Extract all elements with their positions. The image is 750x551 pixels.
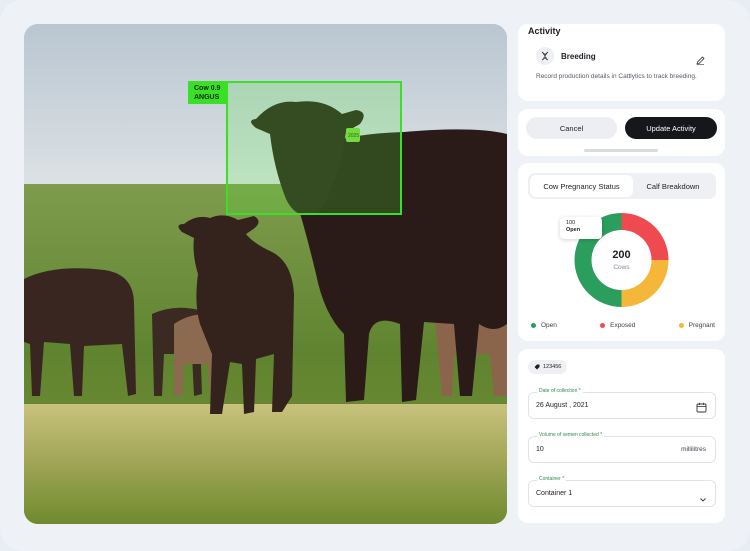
dna-icon <box>536 47 554 65</box>
chart-legend: Open Exposed Pregnant <box>531 322 715 329</box>
animal-tag-chip[interactable]: 123456 <box>528 360 568 374</box>
semen-volume-value: 10 <box>536 446 544 453</box>
legend-dot-pregnant <box>678 323 684 328</box>
detection-confidence: Cow 0.9 <box>194 85 221 92</box>
activity-item-label: Breeding <box>561 51 596 61</box>
semen-volume-field[interactable]: Volume of semen collected * 10 millilitr… <box>528 432 716 463</box>
activity-description: Record production details in Cattlytics … <box>536 73 697 80</box>
cattle-photo: 2025 Cow 0.9 ANGUS <box>24 24 507 524</box>
legend-dot-exposed <box>600 323 606 328</box>
container-select[interactable]: Container * Container 1 <box>528 476 716 508</box>
semen-volume-label: Volume of semen collected * <box>537 432 605 438</box>
legend-item-pregnant: Pregnant <box>678 322 715 329</box>
app-frame: 2025 Cow 0.9 ANGUS Activity Breeding Rec… <box>0 0 750 551</box>
legend-label-exposed: Exposed <box>610 322 636 329</box>
collection-form-card: 123456 Date of collection * 26 August , … <box>518 349 725 523</box>
date-of-collection-label: Date of collection * <box>537 388 583 394</box>
update-activity-button[interactable]: Update Activity <box>625 117 717 139</box>
action-bar: Cancel Update Activity <box>518 109 725 156</box>
status-tabs: Cow Pregnancy Status Calf Breakdown <box>528 173 716 199</box>
pregnancy-donut-chart: 100 Open 200 Cows <box>518 203 725 313</box>
activity-card: Activity Breeding Record production deta… <box>518 24 725 101</box>
pregnancy-status-card: Cow Pregnancy Status Calf Breakdown 100 … <box>518 163 725 341</box>
donut-center-value: 200 <box>612 249 631 261</box>
legend-item-exposed: Exposed <box>600 322 635 329</box>
chart-tooltip: 100 Open <box>560 217 602 239</box>
calendar-icon[interactable] <box>696 400 707 418</box>
animal-tag-number: 123456 <box>543 364 562 370</box>
date-of-collection-field[interactable]: Date of collection * 26 August , 2021 <box>528 388 716 419</box>
tab-calf-breakdown[interactable]: Calf Breakdown <box>633 175 713 197</box>
container-label: Container * <box>537 476 567 482</box>
edit-icon[interactable] <box>696 52 705 70</box>
scroll-handle[interactable] <box>584 149 658 152</box>
container-value: Container 1 <box>536 490 573 497</box>
semen-volume-unit: millilitres <box>681 446 706 453</box>
detection-bounding-box[interactable] <box>226 81 402 215</box>
donut-center-label: Cows <box>613 264 630 271</box>
legend-item-open: Open <box>531 322 557 329</box>
detection-breed: ANGUS <box>194 94 220 101</box>
tag-icon <box>534 364 540 370</box>
tab-cow-pregnancy-status[interactable]: Cow Pregnancy Status <box>530 175 633 197</box>
cancel-button[interactable]: Cancel <box>526 117 617 139</box>
date-of-collection-value: 26 August , 2021 <box>536 402 589 409</box>
tooltip-value: 100 <box>566 220 576 226</box>
chevron-down-icon[interactable] <box>699 490 707 508</box>
legend-label-open: Open <box>541 322 557 329</box>
legend-label-pregnant: Pregnant <box>688 322 715 329</box>
legend-dot-open <box>531 323 536 328</box>
activity-item[interactable]: Breeding <box>536 47 596 65</box>
tooltip-label: Open <box>566 227 581 233</box>
detection-label: Cow 0.9 ANGUS <box>188 81 226 104</box>
activity-title: Activity <box>528 26 561 36</box>
